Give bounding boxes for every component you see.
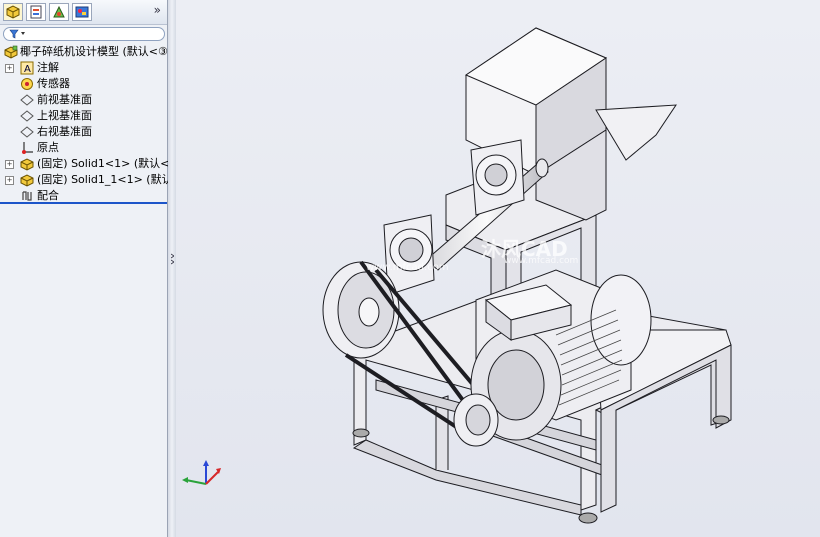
feature-manager-tab[interactable] (3, 3, 23, 21)
tree-root-assembly[interactable]: 椰子碎纸机设计模型 (默认<③ (0, 44, 168, 60)
tree-item-label: (固定) Solid1<1> (默认<③ (37, 157, 168, 170)
mates-icon (22, 191, 32, 201)
tree-item-annotations[interactable]: + A 注解 (0, 60, 168, 76)
tree-item-solid1-1[interactable]: + (固定) Solid1_1<1> (默认< (0, 172, 168, 188)
tree-item-top-plane[interactable]: 上视基准面 (0, 108, 168, 124)
expand-toggle[interactable]: + (5, 64, 14, 73)
svg-text:A: A (24, 64, 31, 75)
tree-item-label: 注解 (37, 61, 59, 74)
property-manager-tab[interactable] (26, 3, 46, 21)
tree-item-label: 前视基准面 (37, 93, 92, 106)
origin-icon (22, 142, 33, 154)
configuration-icon (53, 5, 65, 18)
tree-item-solid1[interactable]: + (固定) Solid1<1> (默认<③ (0, 156, 168, 172)
tree-root-label: 椰子碎纸机设计模型 (默认<③ (20, 45, 168, 58)
feature-tree: 椰子碎纸机设计模型 (默认<③ + A 注解 传感器 前视基准面 上视基准面 右… (0, 44, 168, 204)
expand-toggle[interactable]: + (5, 160, 14, 169)
tree-item-label: 原点 (37, 141, 59, 154)
sensor-icon (21, 78, 33, 90)
tree-filter-input[interactable] (3, 27, 165, 41)
tree-item-sensors[interactable]: 传感器 (0, 76, 168, 92)
display-manager-tab[interactable] (72, 3, 92, 21)
watermark-url-secondary: www.mfcad.com (366, 262, 449, 273)
graphics-viewport[interactable]: 沐风CAD www.mfcad.com www.mfcad.com (176, 0, 820, 537)
axis-triad-icon (182, 460, 221, 485)
manager-tabs: » (0, 0, 167, 25)
part-icon (20, 174, 34, 187)
plane-icon (20, 94, 34, 106)
feature-tree-icon (6, 5, 20, 19)
plane-icon (20, 110, 34, 122)
plane-icon (20, 126, 34, 138)
part-icon (20, 158, 34, 171)
annotation-icon: A (20, 61, 34, 75)
more-tabs-button[interactable]: » (154, 3, 161, 17)
tree-item-label: (固定) Solid1_1<1> (默认< (37, 173, 168, 186)
tree-end-rollback-bar[interactable] (0, 202, 167, 204)
tree-item-front-plane[interactable]: 前视基准面 (0, 92, 168, 108)
tree-item-label: 上视基准面 (37, 109, 92, 122)
assembly-icon (4, 45, 18, 59)
filter-icon (9, 29, 25, 39)
tree-item-origin[interactable]: 原点 (0, 140, 168, 156)
configuration-manager-tab[interactable] (49, 3, 69, 21)
collapse-grip-icon[interactable] (171, 252, 174, 266)
display-icon (75, 6, 89, 18)
feature-manager-panel: » 椰子碎纸机设计模型 (默认<③ + A 注解 传感器 前视基准面 上视基准面 (0, 0, 168, 537)
tree-item-label: 传感器 (37, 77, 70, 90)
shredder-assembly (322, 27, 732, 524)
panel-splitter[interactable] (168, 0, 176, 537)
tree-item-right-plane[interactable]: 右视基准面 (0, 124, 168, 140)
cad-model-view (322, 27, 732, 524)
expand-toggle[interactable]: + (5, 176, 14, 185)
watermark-url: www.mfcad.com (504, 256, 579, 266)
property-icon (30, 5, 42, 19)
tree-item-label: 右视基准面 (37, 125, 92, 138)
